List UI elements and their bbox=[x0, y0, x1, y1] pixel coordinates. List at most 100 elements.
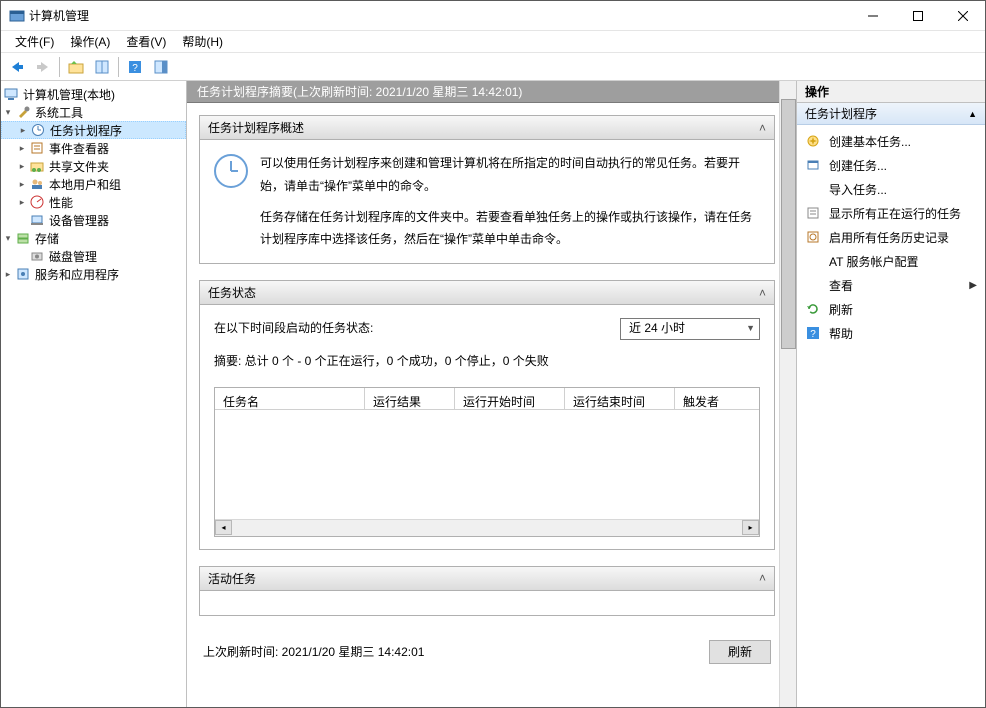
v-scrollbar[interactable] bbox=[779, 81, 796, 707]
tree-item-device-manager[interactable]: 设备管理器 bbox=[1, 211, 186, 229]
tree-item-event-viewer[interactable]: ▸ 事件查看器 bbox=[1, 139, 186, 157]
col-trigger[interactable]: 触发者 bbox=[675, 388, 759, 410]
clock-icon bbox=[214, 154, 248, 188]
action-refresh[interactable]: 刷新 bbox=[797, 297, 985, 321]
menu-action[interactable]: 操作(A) bbox=[62, 31, 118, 52]
help-button[interactable]: ? bbox=[123, 56, 147, 78]
actions-pane: 操作 任务计划程序 ▲ 创建基本任务... 创建任务... 导入任务... bbox=[797, 81, 985, 707]
svg-text:?: ? bbox=[810, 329, 816, 340]
nav-forward-button[interactable] bbox=[31, 56, 55, 78]
action-enable-history[interactable]: 启用所有任务历史记录 bbox=[797, 225, 985, 249]
action-create[interactable]: 创建任务... bbox=[797, 153, 985, 177]
sparkle-icon bbox=[805, 133, 821, 149]
menu-help[interactable]: 帮助(H) bbox=[174, 31, 231, 52]
show-hide-pane-button[interactable] bbox=[149, 56, 173, 78]
summary-title: 任务计划程序摘要(上次刷新时间: 2021/1/20 星期三 14:42:01) bbox=[197, 83, 522, 100]
storage-icon bbox=[15, 230, 31, 246]
action-show-running[interactable]: 显示所有正在运行的任务 bbox=[797, 201, 985, 225]
tree-item-task-scheduler[interactable]: ▸ 任务计划程序 bbox=[1, 121, 186, 139]
collapse-icon: ▲ bbox=[968, 109, 977, 119]
time-range-combo[interactable]: 近 24 小时 ▼ bbox=[620, 318, 760, 340]
status-label: 在以下时间段启动的任务状态: bbox=[214, 317, 373, 340]
blank-icon bbox=[805, 181, 821, 197]
clock-icon bbox=[30, 122, 46, 138]
table-header: 任务名 运行结果 运行开始时间 运行结束时间 触发者 bbox=[215, 388, 759, 410]
action-label: 刷新 bbox=[829, 301, 977, 318]
center-scroll[interactable]: 任务计划程序概述 ˄ 可以使用任务计划程序来创建和管理计算机将在所指定的时间自动… bbox=[187, 103, 779, 707]
close-button[interactable] bbox=[940, 1, 985, 30]
section-title: 任务状态 bbox=[208, 284, 256, 301]
tree-root[interactable]: 计算机管理(本地) bbox=[1, 85, 186, 103]
history-icon bbox=[805, 229, 821, 245]
actions-group-head[interactable]: 任务计划程序 ▲ bbox=[797, 103, 985, 125]
twisty-icon[interactable]: ▸ bbox=[15, 179, 29, 190]
tree-label: 本地用户和组 bbox=[49, 176, 121, 193]
task-table: 任务名 运行结果 运行开始时间 运行结束时间 触发者 ◂ bbox=[214, 387, 760, 537]
tree-label: 系统工具 bbox=[35, 104, 83, 121]
menubar: 文件(F) 操作(A) 查看(V) 帮助(H) bbox=[1, 31, 985, 53]
twisty-icon[interactable]: ▾ bbox=[1, 233, 15, 244]
twisty-icon[interactable]: ▸ bbox=[16, 125, 30, 136]
menu-view[interactable]: 查看(V) bbox=[118, 31, 174, 52]
tree-label: 服务和应用程序 bbox=[35, 266, 119, 283]
section-title: 活动任务 bbox=[208, 570, 256, 587]
nav-tree[interactable]: 计算机管理(本地) ▾ 系统工具 ▸ 任务计划程序 ▸ bbox=[1, 85, 186, 283]
tree-item-local-users[interactable]: ▸ 本地用户和组 bbox=[1, 175, 186, 193]
section-header[interactable]: 任务状态 ˄ bbox=[200, 281, 774, 305]
footer-row: 上次刷新时间: 2021/1/20 星期三 14:42:01 刷新 bbox=[199, 620, 775, 668]
menu-file[interactable]: 文件(F) bbox=[7, 31, 62, 52]
refresh-button[interactable]: 刷新 bbox=[709, 640, 771, 664]
col-task-name[interactable]: 任务名 bbox=[215, 388, 365, 410]
scroll-left-icon[interactable]: ◂ bbox=[215, 520, 232, 535]
up-level-button[interactable] bbox=[64, 56, 88, 78]
twisty-icon[interactable]: ▸ bbox=[15, 197, 29, 208]
action-label: 帮助 bbox=[829, 325, 977, 342]
action-view[interactable]: 查看 ▶ bbox=[797, 273, 985, 297]
col-start[interactable]: 运行开始时间 bbox=[455, 388, 565, 410]
tree-services-apps[interactable]: ▸ 服务和应用程序 bbox=[1, 265, 186, 283]
combo-value: 近 24 小时 bbox=[629, 317, 740, 340]
col-end[interactable]: 运行结束时间 bbox=[565, 388, 675, 410]
tools-icon bbox=[15, 104, 31, 120]
submenu-icon: ▶ bbox=[969, 280, 977, 291]
action-help[interactable]: ? 帮助 bbox=[797, 321, 985, 345]
toolbar: ? bbox=[1, 53, 985, 81]
twisty-icon[interactable]: ▸ bbox=[1, 269, 15, 280]
properties-button[interactable] bbox=[90, 56, 114, 78]
section-header[interactable]: 活动任务 ˄ bbox=[200, 567, 774, 591]
maximize-button[interactable] bbox=[895, 1, 940, 30]
action-label: 创建基本任务... bbox=[829, 133, 977, 150]
action-at-service[interactable]: AT 服务帐户配置 bbox=[797, 249, 985, 273]
section-header[interactable]: 任务计划程序概述 ˄ bbox=[200, 116, 774, 140]
tree-item-disk-mgmt[interactable]: 磁盘管理 bbox=[1, 247, 186, 265]
toolbar-separator-2 bbox=[118, 57, 119, 77]
tree-pane: 计算机管理(本地) ▾ 系统工具 ▸ 任务计划程序 ▸ bbox=[1, 81, 187, 707]
tree-storage[interactable]: ▾ 存储 bbox=[1, 229, 186, 247]
center-pane: 任务计划程序摘要(上次刷新时间: 2021/1/20 星期三 14:42:01)… bbox=[187, 81, 797, 707]
app-icon bbox=[9, 8, 25, 24]
titlebar: 计算机管理 bbox=[1, 1, 985, 31]
h-scrollbar[interactable]: ◂ ▸ bbox=[215, 519, 759, 536]
users-icon bbox=[29, 176, 45, 192]
tree-label: 任务计划程序 bbox=[50, 122, 122, 139]
tree-label: 磁盘管理 bbox=[49, 248, 97, 265]
section-overview: 任务计划程序概述 ˄ 可以使用任务计划程序来创建和管理计算机将在所指定的时间自动… bbox=[199, 115, 775, 264]
tree-item-shared-folders[interactable]: ▸ 共享文件夹 bbox=[1, 157, 186, 175]
tree-item-performance[interactable]: ▸ 性能 bbox=[1, 193, 186, 211]
nav-back-button[interactable] bbox=[5, 56, 29, 78]
table-body bbox=[215, 410, 759, 519]
action-import[interactable]: 导入任务... bbox=[797, 177, 985, 201]
scroll-right-icon[interactable]: ▸ bbox=[742, 520, 759, 535]
action-create-basic[interactable]: 创建基本任务... bbox=[797, 129, 985, 153]
twisty-icon[interactable]: ▾ bbox=[1, 107, 15, 118]
twisty-icon[interactable]: ▸ bbox=[15, 161, 29, 172]
action-label: 导入任务... bbox=[829, 181, 977, 198]
col-result[interactable]: 运行结果 bbox=[365, 388, 455, 410]
help-icon: ? bbox=[805, 325, 821, 341]
tree-label: 设备管理器 bbox=[49, 212, 109, 229]
twisty-icon[interactable]: ▸ bbox=[15, 143, 29, 154]
tree-label: 共享文件夹 bbox=[49, 158, 109, 175]
tree-system-tools[interactable]: ▾ 系统工具 bbox=[1, 103, 186, 121]
minimize-button[interactable] bbox=[850, 1, 895, 30]
device-icon bbox=[29, 212, 45, 228]
